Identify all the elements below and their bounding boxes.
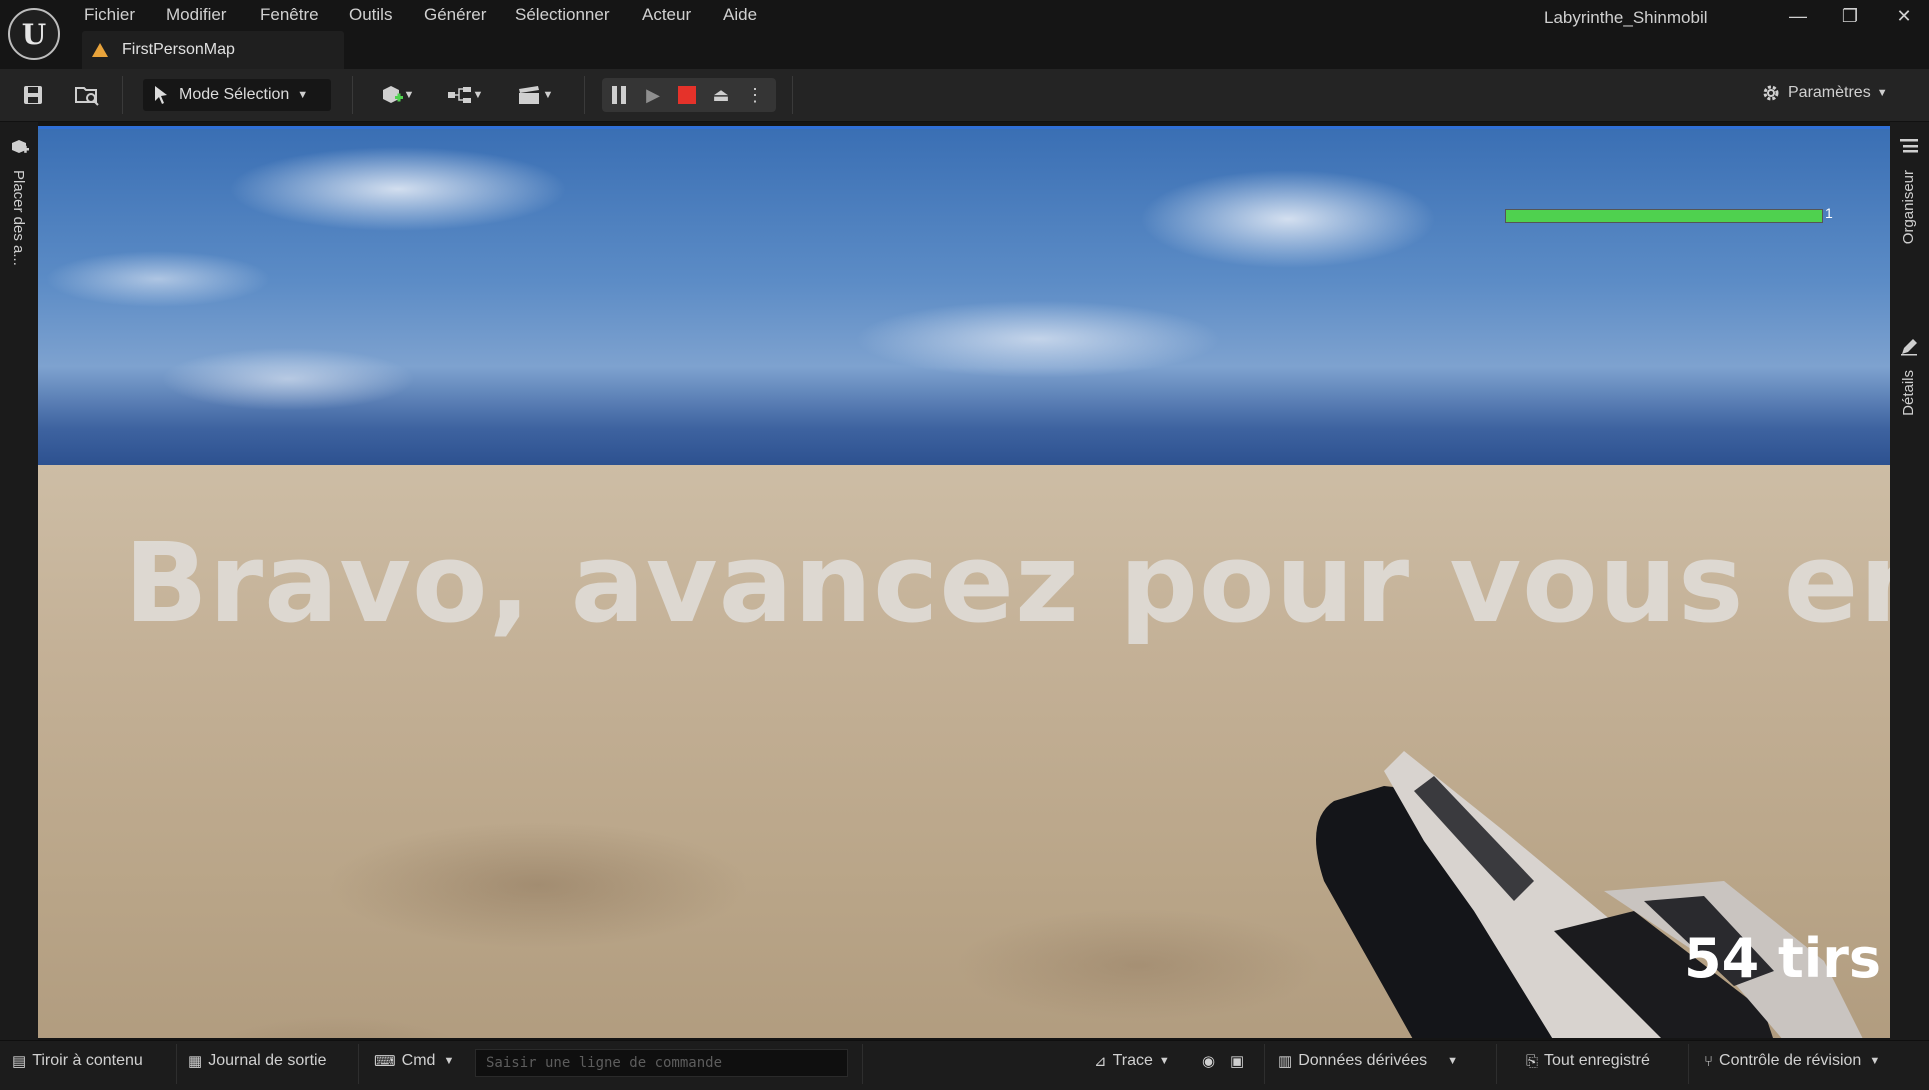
window-title: Labyrinthe_Shinmobil [1544, 8, 1708, 27]
mode-selection-label: Mode Sélection [179, 86, 290, 103]
statusbar-divider [1496, 1044, 1497, 1084]
toolbar-divider [792, 76, 793, 114]
derived-data-label: Données dérivées [1298, 1052, 1428, 1069]
health-value: 1 [1825, 205, 1833, 221]
place-actors-tab[interactable]: Placer des a... [10, 170, 27, 266]
chevron-down-icon: ▼ [403, 89, 415, 101]
victory-message: Bravo, avancez pour vous enfuir [124, 519, 1890, 647]
toolbar-divider [352, 76, 353, 114]
place-actors-icon[interactable] [10, 138, 30, 160]
organizer-tab[interactable]: Organiseur [1900, 170, 1917, 244]
derived-data-dropdown[interactable]: ▥ Données dérivées ▼ [1278, 1052, 1458, 1070]
close-button[interactable]: ✕ [1882, 2, 1926, 30]
trace-dropdown[interactable]: ⊿ Trace ▼ [1094, 1052, 1170, 1070]
add-actor-icon [382, 86, 403, 103]
branch-icon: ⑂ [1704, 1052, 1714, 1070]
revision-control-dropdown[interactable]: ⑂ Contrôle de révision ▼ [1704, 1052, 1880, 1070]
details-tab[interactable]: Détails [1900, 370, 1917, 416]
sky [38, 129, 1890, 469]
revision-control-label: Contrôle de révision [1719, 1052, 1862, 1069]
add-actor-button[interactable]: ▼ [372, 80, 422, 110]
chevron-down-icon: ▼ [1447, 1055, 1459, 1067]
content-drawer-icon: ▤ [12, 1053, 27, 1070]
first-person-gun [1316, 751, 1863, 1038]
menu-selectionner[interactable]: Sélectionner [515, 5, 610, 25]
menu-modifier[interactable]: Modifier [166, 5, 226, 25]
settings-dropdown[interactable]: Paramètres ▼ [1760, 82, 1888, 104]
shots-counter: 54 tirs [1684, 927, 1882, 990]
save-status-label: Tout enregistré [1544, 1052, 1650, 1069]
save-icon[interactable] [18, 80, 48, 110]
toolbar-divider [122, 76, 123, 114]
output-log-label: Journal de sortie [208, 1052, 327, 1069]
menu-generer[interactable]: Générer [424, 5, 486, 25]
toolbar-divider [584, 76, 585, 114]
statusbar-divider [1688, 1044, 1689, 1084]
restore-button[interactable]: ❐ [1828, 2, 1872, 30]
blueprint-icon [447, 87, 471, 103]
statusbar-divider [358, 1044, 359, 1084]
menu-acteur[interactable]: Acteur [642, 5, 691, 25]
play-controls: ▶︎ ⏏ ⋮ [602, 78, 776, 112]
record-icon: ◉ [1202, 1053, 1216, 1070]
chevron-down-icon: ▼ [443, 1055, 455, 1067]
command-input[interactable] [475, 1049, 848, 1077]
chevron-down-icon: ▼ [472, 89, 484, 101]
right-panel-strip [1890, 122, 1929, 1040]
cursor-icon [155, 86, 167, 104]
game-viewport[interactable]: 1 Bravo, avancez pour vous enfuir 54 tir… [38, 126, 1890, 1038]
mode-selection-dropdown[interactable]: Mode Sélection ▼ [143, 79, 331, 111]
gear-icon [1763, 85, 1779, 101]
screenshot-button[interactable]: ▣ [1230, 1052, 1250, 1070]
chevron-down-icon: ▼ [1876, 87, 1888, 99]
statusbar-divider [862, 1044, 863, 1084]
settings-label: Paramètres [1788, 84, 1871, 101]
details-icon[interactable] [1900, 338, 1918, 360]
menu-outils[interactable]: Outils [349, 5, 392, 25]
tab-firstpersonmap[interactable]: FirstPersonMap [82, 31, 344, 69]
menu-fichier[interactable]: Fichier [84, 5, 135, 25]
health-bar [1505, 209, 1823, 223]
cmd-label: Cmd [401, 1052, 436, 1069]
content-drawer-button[interactable]: ▤ Tiroir à contenu [12, 1052, 143, 1070]
statusbar-divider [176, 1044, 177, 1084]
output-log-icon: ▦ [188, 1053, 203, 1070]
chevron-down-icon: ▼ [1158, 1055, 1170, 1067]
save-status-button[interactable]: ⎘ Tout enregistré [1526, 1052, 1650, 1070]
cinematics-button[interactable]: ▼ [510, 80, 560, 110]
content-drawer-label: Tiroir à contenu [32, 1052, 143, 1069]
level-icon [92, 43, 108, 57]
chevron-down-icon: ▼ [1869, 1055, 1881, 1067]
pause-icon[interactable] [602, 78, 636, 112]
statusbar-divider [1264, 1044, 1265, 1084]
derived-data-icon: ▥ [1278, 1053, 1293, 1070]
tab-label: FirstPersonMap [122, 41, 235, 58]
chevron-down-icon: ▼ [297, 89, 309, 101]
menu-fenetre[interactable]: Fenêtre [260, 5, 319, 25]
health-bar-fill [1506, 210, 1822, 222]
trace-label: Trace [1112, 1052, 1153, 1069]
menu-aide[interactable]: Aide [723, 5, 757, 25]
blueprint-button[interactable]: ▼ [440, 80, 490, 110]
trace-icon: ⊿ [1094, 1053, 1107, 1070]
cmd-dropdown[interactable]: ⌨ Cmd ▼ [374, 1052, 454, 1070]
unreal-logo-icon[interactable]: U [8, 8, 60, 60]
frame-skip-icon[interactable]: ▶︎ [636, 78, 670, 112]
outliner-icon[interactable] [1900, 138, 1918, 158]
save-all-icon: ⎘ [1526, 1052, 1539, 1070]
camera-icon: ▣ [1230, 1053, 1245, 1070]
output-log-button[interactable]: ▦ Journal de sortie [188, 1052, 326, 1070]
stop-icon[interactable] [670, 78, 704, 112]
console-icon: ⌨ [374, 1053, 396, 1070]
insights-button[interactable]: ◉ [1202, 1052, 1221, 1070]
minimize-button[interactable]: — [1776, 2, 1820, 30]
chevron-down-icon: ▼ [542, 89, 554, 101]
clapperboard-icon [518, 86, 539, 104]
more-options-icon[interactable]: ⋮ [738, 78, 772, 112]
browse-content-icon[interactable] [72, 80, 102, 110]
eject-icon[interactable]: ⏏ [704, 78, 738, 112]
